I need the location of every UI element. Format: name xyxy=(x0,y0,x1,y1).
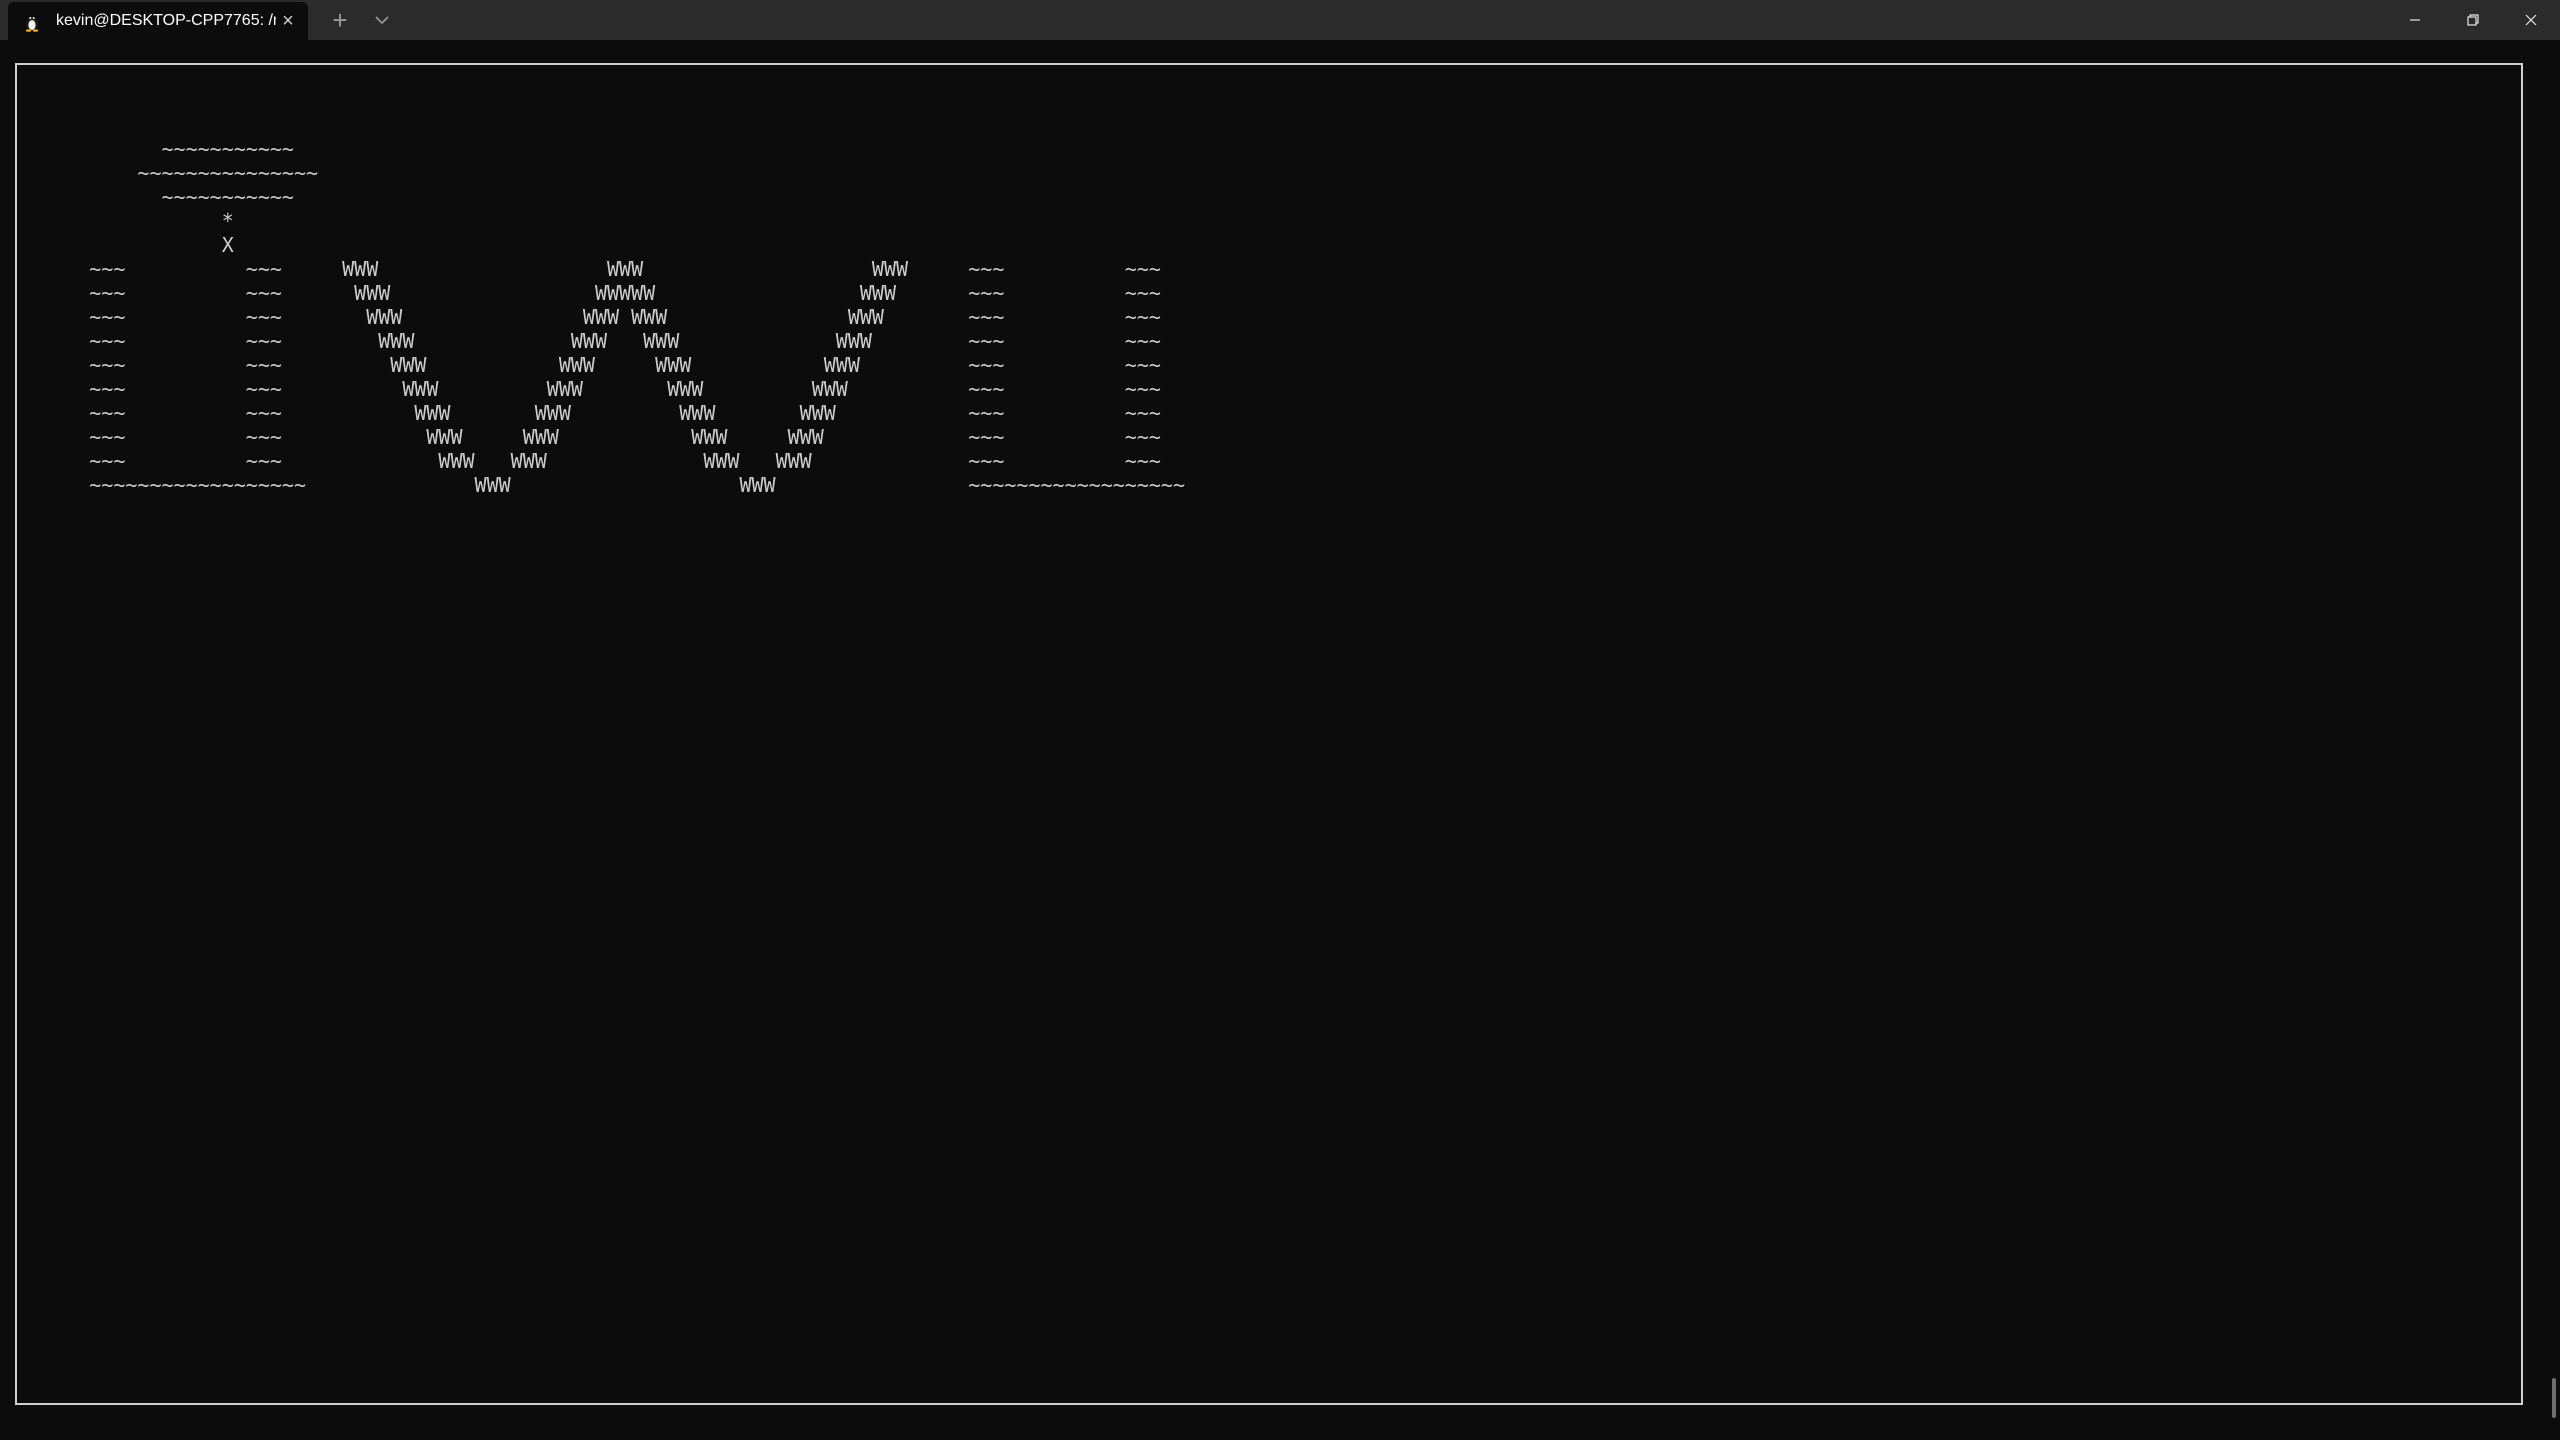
terminal-line: ~~~ ~~~ WWW WWW WWW ~~~ ~~~ xyxy=(17,257,1161,281)
tab-terminal[interactable]: kevin@DESKTOP-CPP7765: /mn × xyxy=(8,2,308,40)
terminal-line: ~~~ ~~~ WWW WWW WWW WWW ~~~ ~~~ xyxy=(17,305,1161,329)
terminal-line: ~~~ ~~~ WWW WWW WWW WWW ~~~ ~~~ xyxy=(17,377,1161,401)
close-tab-icon[interactable]: × xyxy=(278,11,298,31)
close-icon xyxy=(2525,14,2537,26)
restore-button[interactable] xyxy=(2444,0,2502,40)
terminal-pane[interactable]: ~~~~~~~~~~~ ~~~~~~~~~~~~~~~ ~~~~~~~~~~~ … xyxy=(15,63,2523,1405)
terminal-line: ~~~~~~~~~~~ xyxy=(17,185,294,209)
terminal-line: ~~~ ~~~ WWW WWW WWW WWW ~~~ ~~~ xyxy=(17,329,1161,353)
terminal-line: ~~~~~~~~~~~ xyxy=(17,137,294,161)
minimize-icon xyxy=(2410,19,2420,21)
minimize-button[interactable] xyxy=(2386,0,2444,40)
terminal-line: ~~~ ~~~ WWW WWWWW WWW ~~~ ~~~ xyxy=(17,281,1161,305)
terminal-line: ~~~ ~~~ WWW WWW WWW WWW ~~~ ~~~ xyxy=(17,401,1161,425)
new-tab-icon[interactable]: + xyxy=(326,6,354,34)
tab-title: kevin@DESKTOP-CPP7765: /mn xyxy=(56,12,276,29)
terminal-line: ~~~ ~~~ WWW WWW WWW WWW ~~~ ~~~ xyxy=(17,425,1161,449)
terminal-screen: ~~~~~~~~~~~ ~~~~~~~~~~~~~~~ ~~~~~~~~~~~ … xyxy=(17,65,2521,1403)
restore-icon xyxy=(2467,14,2479,26)
linux-penguin-icon xyxy=(22,12,42,32)
close-window-button[interactable] xyxy=(2502,0,2560,40)
terminal-line: * xyxy=(17,209,234,233)
title-bar: kevin@DESKTOP-CPP7765: /mn × + xyxy=(0,0,2560,40)
terminal-line: ~~~~~~~~~~~~~~~~~~ WWW WWW ~~~~~~~~~~~~~… xyxy=(17,473,1185,497)
terminal-line: ~~~ ~~~ WWW WWW WWW WWW ~~~ ~~~ xyxy=(17,449,1161,473)
terminal-line: ~~~ ~~~ WWW WWW WWW WWW ~~~ ~~~ xyxy=(17,353,1161,377)
terminal-line: ~~~~~~~~~~~~~~~ xyxy=(17,161,319,185)
scrollbar-thumb[interactable] xyxy=(2552,1378,2556,1418)
terminal-line: X xyxy=(17,233,234,257)
chevron-down-icon[interactable] xyxy=(370,8,394,32)
